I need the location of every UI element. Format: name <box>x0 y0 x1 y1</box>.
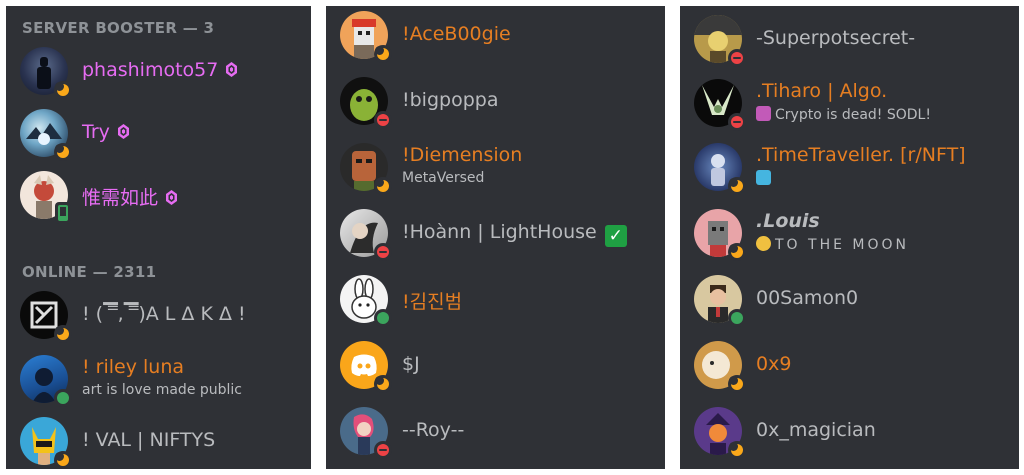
member-item[interactable]: .Tiharo | Algo. Crypto is dead! SODL! <box>694 76 1013 132</box>
avatar <box>340 407 392 459</box>
avatar <box>694 143 746 195</box>
member-item[interactable]: .TimeTraveller. [r/NFT] <box>694 140 1013 196</box>
member-item[interactable]: !Hoànn | LightHouse ✓ <box>340 206 659 262</box>
avatar <box>694 275 746 327</box>
member-item[interactable]: phashimoto57 <box>20 44 305 100</box>
member-name: phashimoto57 <box>82 59 219 81</box>
member-name: --Roy-- <box>402 419 465 441</box>
avatar <box>694 341 746 393</box>
member-name: -Superpotsecret- <box>756 27 916 49</box>
cube-emoji-icon <box>756 170 771 185</box>
member-list-panel-3: -Superpotsecret- .Tiharo | Algo. Crypto … <box>680 6 1019 469</box>
avatar <box>694 209 746 261</box>
avatar <box>340 341 392 393</box>
avatar <box>694 15 746 67</box>
member-list-panel-2: !AceB00gie !bigpoppa !Diemension MetaVer… <box>326 6 665 469</box>
member-item[interactable]: -Superpotsecret- <box>694 12 1013 68</box>
member-item[interactable]: 惟需如此 <box>20 168 305 224</box>
member-item[interactable]: 0x_magician <box>694 404 1013 460</box>
member-item[interactable]: $J <box>340 338 659 394</box>
member-item[interactable]: !bigpoppa <box>340 74 659 130</box>
member-item[interactable]: ! (▔̿,▔̿)A L Δ K Δ ! <box>20 288 305 344</box>
boost-gem-icon <box>226 62 237 77</box>
member-item[interactable]: !AceB00gie <box>340 8 659 64</box>
boost-gem-icon <box>166 190 177 205</box>
member-name: ! riley luna <box>82 356 185 378</box>
member-name: $J <box>402 353 420 375</box>
custom-status: TO THE MOON <box>775 237 909 253</box>
avatar <box>340 77 392 129</box>
member-name: 0x9 <box>756 353 792 375</box>
member-name: .Louis <box>756 210 820 232</box>
member-name: ! (▔̿,▔̿)A L Δ K Δ ! <box>82 303 246 325</box>
member-name: !bigpoppa <box>402 89 499 111</box>
avatar <box>340 275 392 327</box>
custom-status: Crypto is dead! SODL! <box>775 107 931 123</box>
custom-status: art is love made public <box>82 382 243 398</box>
member-name: ! VAL | NIFTYS <box>82 429 216 451</box>
custom-status: MetaVersed <box>402 170 485 186</box>
avatar <box>20 171 71 224</box>
member-item[interactable]: !Diemension MetaVersed <box>340 140 659 196</box>
member-name: Try <box>82 121 110 143</box>
member-name: 00Samon0 <box>756 287 859 309</box>
member-name: !김진범 <box>402 291 463 313</box>
member-item[interactable]: !김진범 <box>340 272 659 328</box>
member-item[interactable]: 00Samon0 <box>694 272 1013 328</box>
member-name: 惟需如此 <box>82 187 159 209</box>
boost-gem-icon <box>118 124 129 139</box>
avatar <box>340 143 392 195</box>
member-item[interactable]: ! riley luna art is love made public <box>20 352 305 408</box>
avatar <box>340 209 392 261</box>
avatar <box>20 291 72 343</box>
avatar <box>20 355 72 407</box>
online-header: ONLINE — 2311 <box>22 263 157 281</box>
member-name: !Hoànn | LightHouse <box>402 221 597 243</box>
member-item[interactable]: Try <box>20 106 305 162</box>
server-booster-header: SERVER BOOSTER — 3 <box>22 19 215 37</box>
money-bag-emoji-icon <box>756 106 771 121</box>
member-list-panel-1: SERVER BOOSTER — 3 phashimoto57 Try 惟需如此… <box>6 6 311 469</box>
member-item[interactable]: .Louis TO THE MOON <box>694 206 1013 262</box>
member-name: !AceB00gie <box>402 23 511 45</box>
member-name: !Diemension <box>402 144 523 166</box>
coin-emoji-icon <box>756 236 771 251</box>
member-item[interactable]: ! VAL | NIFTYS <box>20 414 305 469</box>
avatar <box>340 11 392 63</box>
member-name: .Tiharo | Algo. <box>756 80 888 102</box>
member-name: .TimeTraveller. [r/NFT] <box>756 144 966 166</box>
avatar <box>20 109 72 161</box>
avatar <box>20 417 72 469</box>
avatar <box>694 79 746 131</box>
avatar <box>20 47 72 99</box>
mobile-icon <box>58 205 68 221</box>
checkmark-emoji-icon: ✓ <box>604 225 627 247</box>
avatar <box>694 407 746 459</box>
member-item[interactable]: --Roy-- <box>340 404 659 460</box>
member-item[interactable]: 0x9 <box>694 338 1013 394</box>
member-name: 0x_magician <box>756 419 876 441</box>
